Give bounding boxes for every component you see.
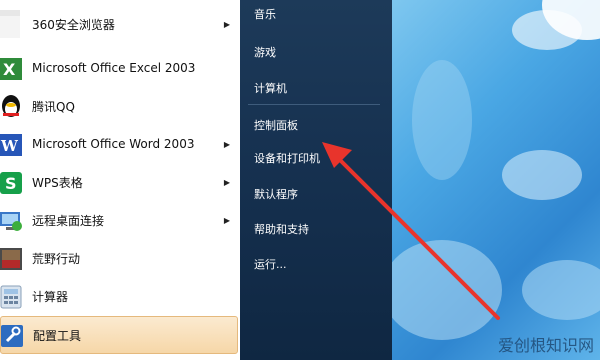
divider xyxy=(248,104,380,105)
svg-text:X: X xyxy=(3,60,16,79)
game-icon xyxy=(0,244,24,272)
program-label: Microsoft Office Excel 2003 xyxy=(32,61,196,75)
place-games[interactable]: 游戏 xyxy=(254,44,276,60)
program-item-word[interactable]: W Microsoft Office Word 2003 ▶ xyxy=(0,126,238,162)
program-label: 360安全浏览器 xyxy=(32,17,115,32)
program-item-calculator[interactable]: 计算器 xyxy=(0,278,238,314)
remote-desktop-icon xyxy=(0,206,24,234)
place-devices-printers[interactable]: 设备和打印机 xyxy=(254,150,320,166)
excel-icon: X xyxy=(0,54,24,82)
place-control-panel[interactable]: 控制面板 xyxy=(254,117,298,133)
program-label: 荒野行动 xyxy=(32,251,81,266)
calculator-icon xyxy=(0,282,24,310)
browser-360-icon xyxy=(0,10,24,38)
svg-text:W: W xyxy=(0,137,19,155)
desktop-wallpaper: 爱创根知识网 xyxy=(392,0,600,360)
programs-list: 360安全浏览器 ▶ X Microsoft Office Excel 2003… xyxy=(0,0,241,360)
program-item-360-browser[interactable]: 360安全浏览器 ▶ xyxy=(0,6,238,42)
watermark-text: 爱创根知识网 xyxy=(497,336,594,355)
submenu-arrow-icon: ▶ xyxy=(223,177,230,187)
program-label: 腾讯QQ xyxy=(32,99,75,114)
wps-sheet-icon: S xyxy=(0,168,24,196)
start-menu-right-pane: 音乐 游戏 计算机 控制面板 设备和打印机 默认程序 帮助和支持 运行... xyxy=(240,0,392,360)
submenu-arrow-icon: ▶ xyxy=(223,215,230,225)
wrench-icon xyxy=(1,321,25,349)
program-item-wps-sheet[interactable]: S WPS表格 ▶ xyxy=(0,164,238,200)
place-run[interactable]: 运行... xyxy=(254,256,287,272)
program-label: WPS表格 xyxy=(32,175,83,190)
program-item-remote-desktop[interactable]: 远程桌面连接 ▶ xyxy=(0,202,238,238)
svg-text:S: S xyxy=(5,174,17,193)
program-label: 计算器 xyxy=(32,289,69,304)
place-help-support[interactable]: 帮助和支持 xyxy=(254,221,309,237)
program-item-qq[interactable]: 腾讯QQ xyxy=(0,88,238,124)
place-computer[interactable]: 计算机 xyxy=(254,80,287,96)
place-music[interactable]: 音乐 xyxy=(254,6,276,22)
program-item-config-tool[interactable]: 配置工具 xyxy=(0,316,238,354)
program-item-game[interactable]: 荒野行动 xyxy=(0,240,238,276)
place-default-programs[interactable]: 默认程序 xyxy=(254,186,298,202)
program-label: 配置工具 xyxy=(33,328,82,343)
submenu-arrow-icon: ▶ xyxy=(223,139,230,149)
word-icon: W xyxy=(0,130,24,158)
program-label: Microsoft Office Word 2003 xyxy=(32,137,195,151)
program-item-excel[interactable]: X Microsoft Office Excel 2003 xyxy=(0,50,238,86)
submenu-arrow-icon: ▶ xyxy=(223,19,230,29)
program-label: 远程桌面连接 xyxy=(32,213,105,228)
qq-penguin-icon xyxy=(0,92,24,120)
